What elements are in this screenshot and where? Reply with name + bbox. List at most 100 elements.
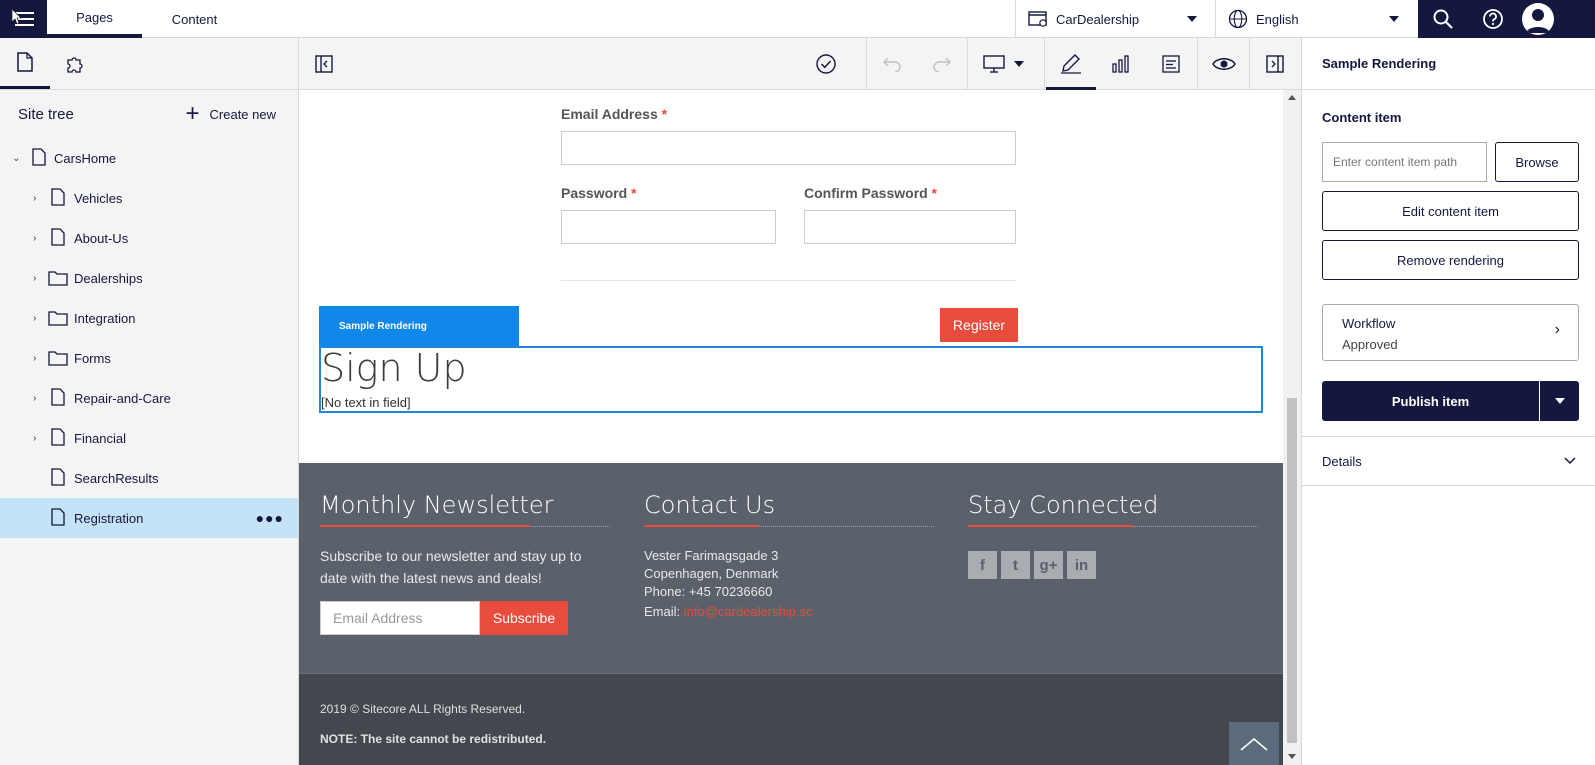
analytics-button[interactable] [1096,38,1146,90]
publish-options-dropdown[interactable] [1540,381,1579,421]
more-options-icon[interactable]: ●●● [256,510,284,526]
page-icon [51,388,65,409]
newsletter-email-input[interactable]: Email Address [320,601,480,635]
chevron-down-icon[interactable]: ⌄ [12,153,20,164]
linkedin-icon[interactable]: in [1067,551,1096,579]
chevron-right-icon[interactable]: › [33,393,36,404]
help-button[interactable] [1468,0,1518,38]
password-field[interactable] [561,210,776,244]
contact-column: Contact Us Vester Farimagsgade 3 Copenha… [644,491,934,621]
tree-item-forms[interactable]: › Forms [0,338,298,378]
site-tree-title: Site tree [18,105,74,123]
twitter-icon[interactable]: t [1001,551,1030,579]
chevron-right-icon[interactable]: › [33,193,36,204]
page-icon [51,468,65,489]
top-right-actions [1418,0,1595,38]
footer-bottom: 2019 © Sitecore ALL Rights Reserved. NOT… [299,673,1283,765]
edit-content-item-button[interactable]: Edit content item [1322,191,1579,231]
plus-icon: + [185,100,200,127]
chevron-right-icon[interactable]: › [33,233,36,244]
chevron-right-icon[interactable]: › [33,433,36,444]
email-link[interactable]: info@cardealership.sc [684,604,813,619]
undo-icon [883,57,901,72]
tab-content[interactable]: Content [147,0,242,38]
empty-text-field[interactable]: [No text in field] [321,395,411,410]
tree-item-about-us[interactable]: › About-Us [0,218,298,258]
remove-rendering-button[interactable]: Remove rendering [1322,240,1579,280]
publish-item-button[interactable]: Publish item [1322,381,1539,421]
rendering-chip[interactable]: Sample Rendering [319,306,519,346]
preview-button[interactable] [1199,38,1249,90]
canvas-scrollbar[interactable] [1283,90,1301,765]
redo-button[interactable] [917,38,967,90]
tree-item-dealerships[interactable]: › Dealerships [0,258,298,298]
avatar[interactable] [1522,3,1554,35]
content-item-path-input[interactable]: Enter content item path [1322,142,1487,182]
tree-item-searchresults[interactable]: SearchResults [0,458,298,498]
chevron-down-icon [1187,16,1197,22]
scroll-up-arrow-icon[interactable] [1288,95,1296,100]
help-icon [1483,9,1503,29]
confirm-password-field[interactable] [804,210,1016,244]
panel-right-icon [1266,55,1284,73]
chevron-right-icon[interactable]: › [33,353,36,364]
panel-left-icon [315,55,333,73]
facebook-icon[interactable]: f [968,551,997,579]
tree-item-label: Integration [74,310,136,326]
signup-heading[interactable]: Sign Up [321,346,467,390]
selected-rendering[interactable]: Sign Up [No text in field] [319,346,1263,413]
subscribe-button[interactable]: Subscribe [480,601,568,635]
tab-pages-tree[interactable] [0,38,50,89]
device-dropdown[interactable] [1004,38,1034,90]
chevron-right-icon[interactable]: › [33,313,36,324]
workflow-card[interactable]: Workflow Approved › [1322,304,1579,361]
tree-item-carshome[interactable]: ⌄ CarsHome [0,138,298,178]
content-item-label: Content item [1322,110,1402,125]
document-lines-icon [1162,55,1180,73]
social-links: f t g+ in [968,551,1258,579]
search-icon [1433,9,1453,29]
tree-item-registration[interactable]: Registration ●●● [0,498,298,538]
edit-mode-button[interactable] [1046,38,1096,90]
tree-item-integration[interactable]: › Integration [0,298,298,338]
scroll-to-top-button[interactable] [1229,722,1279,765]
details-section-toggle[interactable]: Details [1302,436,1595,486]
toggle-left-panel-button[interactable] [299,38,349,90]
tree-item-vehicles[interactable]: › Vehicles [0,178,298,218]
google-plus-icon[interactable]: g+ [1034,551,1063,579]
tree-item-label: Financial [74,430,127,446]
redo-icon [933,57,951,72]
user-icon [1526,9,1550,33]
tree-item-financial[interactable]: › Financial [0,418,298,458]
scrollbar-thumb[interactable] [1287,398,1297,743]
approve-button[interactable] [801,38,851,90]
redistribution-note: NOTE: The site cannot be redistributed. [320,732,547,746]
chevron-right-icon[interactable]: › [33,273,36,284]
confirm-password-label: Confirm Password * [804,185,938,201]
browse-button[interactable]: Browse [1495,142,1579,182]
register-button[interactable]: Register [940,308,1018,342]
undo-button[interactable] [867,38,917,90]
tab-components[interactable] [50,38,100,89]
page-details-button[interactable] [1146,38,1196,90]
site-name: CarDealership [1056,11,1140,27]
page-icon [51,188,65,209]
tree-item-repair-and-care[interactable]: › Repair-and-Care [0,378,298,418]
toolbar-separator [1044,38,1045,90]
search-button[interactable] [1418,0,1468,38]
toggle-right-panel-button[interactable] [1250,38,1300,90]
newsletter-title: Monthly Newsletter [320,491,610,527]
tree-item-label: Dealerships [74,270,143,286]
email-field[interactable] [561,131,1016,165]
tree-item-label: Vehicles [74,190,123,206]
social-title: Stay Connected [968,491,1258,527]
scroll-down-arrow-icon[interactable] [1288,754,1296,759]
create-new-button[interactable]: + Create new [186,102,277,126]
workflow-label: Workflow [1342,316,1396,331]
site-selector[interactable]: CarDealership [1015,0,1215,38]
language-selector[interactable]: English [1215,0,1417,38]
newsletter-form: Email Address Subscribe [320,601,610,635]
tree-item-label: Registration [74,510,144,526]
tab-pages[interactable]: Pages [47,0,142,38]
menu-button[interactable] [0,0,47,38]
